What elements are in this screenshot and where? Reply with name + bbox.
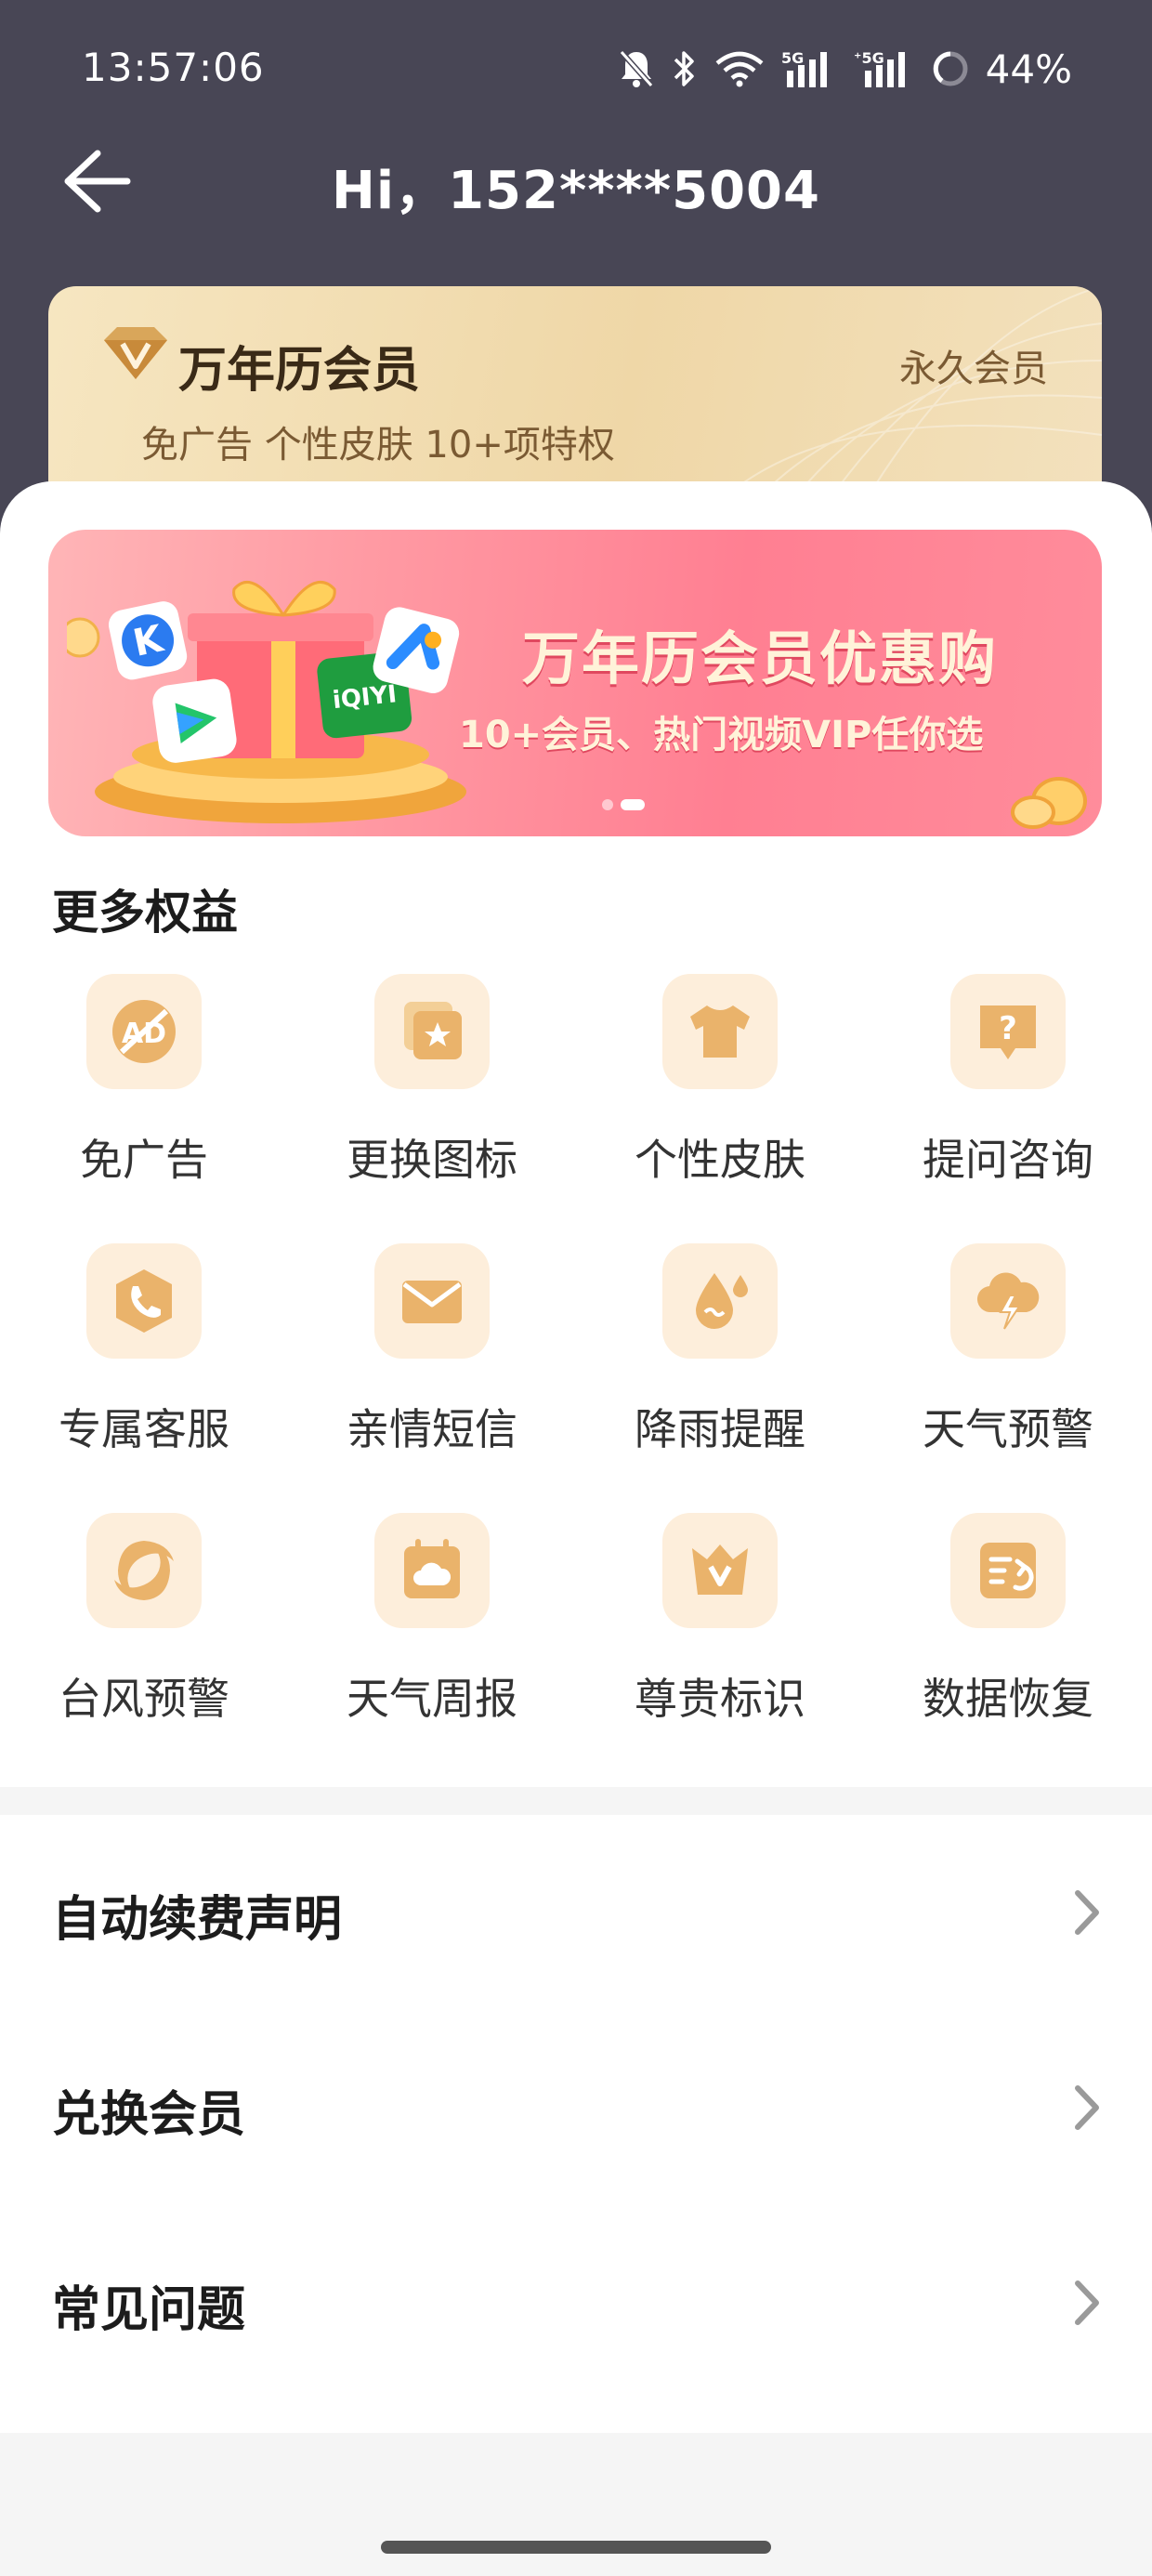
gift-box-illustration: K iQIYI xyxy=(67,580,466,823)
menu-item-faq[interactable]: 常见问题 xyxy=(0,2205,1152,2400)
menu-item-label: 自动续费声明 xyxy=(52,1892,343,1948)
benefit-label: 天气预警 xyxy=(923,1404,1093,1454)
benefit-label: 更换图标 xyxy=(347,1135,517,1185)
benefit-label: 免广告 xyxy=(80,1135,208,1185)
chevron-right-icon xyxy=(1075,2280,1099,2325)
thunder-cloud-icon xyxy=(950,1243,1066,1359)
chevron-right-icon xyxy=(1075,1890,1099,1935)
member-title: 万年历会员 xyxy=(178,343,421,399)
member-type: 永久会员 xyxy=(899,348,1048,390)
benefit-label: 台风预警 xyxy=(59,1674,229,1724)
member-description: 免广告 个性皮肤 10+项特权 xyxy=(141,424,615,467)
benefit-skin[interactable]: 个性皮肤 xyxy=(576,974,864,1243)
menu-item-auto-renew[interactable]: 自动续费声明 xyxy=(0,1815,1152,2010)
benefit-weather-alert[interactable]: 天气预警 xyxy=(864,1243,1152,1513)
benefit-label: 个性皮肤 xyxy=(635,1135,805,1185)
benefit-label: 尊贵标识 xyxy=(635,1674,805,1724)
typhoon-icon xyxy=(86,1513,202,1628)
home-indicator[interactable] xyxy=(381,2541,771,2554)
benefit-badge[interactable]: 尊贵标识 xyxy=(576,1513,864,1782)
member-card[interactable]: 万年历会员 永久会员 免广告 个性皮肤 10+项特权 xyxy=(48,286,1102,509)
benefit-sms[interactable]: 亲情短信 xyxy=(288,1243,576,1513)
mute-icon xyxy=(618,48,655,89)
weather-calendar-icon xyxy=(374,1513,490,1628)
chevron-right-icon xyxy=(1075,2085,1099,2130)
wifi-icon xyxy=(714,50,765,87)
benefits-grid: AD 免广告 更换图标 个性皮肤 ? 提问咨询 xyxy=(0,974,1152,1782)
banner-subtitle: 10+会员、热门视频VIP任你选 xyxy=(459,714,984,756)
data-restore-icon xyxy=(950,1513,1066,1628)
change-icon-icon xyxy=(374,974,490,1089)
svg-text:⁺5G: ⁺5G xyxy=(854,49,884,67)
promo-banner[interactable]: K iQIYI 万年历会员优惠购 10+会员、热门视频VIP任你选 xyxy=(48,530,1102,836)
benefit-restore[interactable]: 数据恢复 xyxy=(864,1513,1152,1782)
banner-dot[interactable] xyxy=(602,799,613,810)
banner-title: 万年历会员优惠购 xyxy=(522,624,999,692)
status-icons: 5G ⁺5G 44% xyxy=(618,41,1072,97)
benefit-rain[interactable]: 降雨提醒 xyxy=(576,1243,864,1513)
benefit-label: 专属客服 xyxy=(59,1404,229,1454)
crown-icon xyxy=(662,1513,778,1628)
phone-icon xyxy=(86,1243,202,1359)
benefit-service[interactable]: 专属客服 xyxy=(0,1243,288,1513)
benefit-change-icon[interactable]: 更换图标 xyxy=(288,974,576,1243)
status-bar: 13:57:06 5G ⁺5G 44% xyxy=(0,0,1152,139)
benefit-consult[interactable]: ? 提问咨询 xyxy=(864,974,1152,1243)
benefit-no-ad[interactable]: AD 免广告 xyxy=(0,974,288,1243)
5g-signal-icon: 5G xyxy=(781,48,837,89)
banner-dot-active[interactable] xyxy=(621,799,645,810)
battery-percent: 44% xyxy=(985,46,1072,92)
svg-text:?: ? xyxy=(999,1010,1017,1047)
bluetooth-icon xyxy=(672,48,698,89)
raindrop-icon xyxy=(662,1243,778,1359)
menu-item-label: 常见问题 xyxy=(52,2282,246,2338)
banner-pagination xyxy=(602,799,645,810)
no-ad-icon: AD xyxy=(86,974,202,1089)
benefit-label: 提问咨询 xyxy=(923,1135,1093,1185)
battery-icon xyxy=(932,50,969,87)
benefit-label: 降雨提醒 xyxy=(635,1404,805,1454)
benefit-label: 天气周报 xyxy=(347,1674,517,1724)
benefits-section-title: 更多权益 xyxy=(52,886,238,940)
nav-bar: Hi，152****5004 xyxy=(0,130,1152,232)
coin-decoration xyxy=(1011,777,1087,829)
svg-text:5G: 5G xyxy=(781,49,804,67)
5g-signal-icon-2: ⁺5G xyxy=(854,48,915,89)
app-root: 13:57:06 5G ⁺5G 44% Hi，152****5004 万年历会员… xyxy=(0,0,1152,2576)
menu-item-label: 兑换会员 xyxy=(52,2087,246,2143)
benefits-panel: K iQIYI 万年历会员优惠购 10+会员、热门视频VIP任你选 更多权益 免… xyxy=(0,481,1152,1787)
benefit-label: 亲情短信 xyxy=(347,1404,517,1454)
menu-list: 自动续费声明 兑换会员 常见问题 xyxy=(0,1815,1152,2433)
tshirt-icon xyxy=(662,974,778,1089)
envelope-icon xyxy=(374,1243,490,1359)
status-time: 13:57:06 xyxy=(82,45,265,90)
page-title: Hi，152****5004 xyxy=(332,161,820,221)
menu-item-redeem[interactable]: 兑换会员 xyxy=(0,2010,1152,2205)
question-bubble-icon: ? xyxy=(950,974,1066,1089)
card-pattern xyxy=(712,286,1102,509)
benefit-weekly[interactable]: 天气周报 xyxy=(288,1513,576,1782)
vip-diamond-icon xyxy=(104,327,167,379)
benefit-label: 数据恢复 xyxy=(923,1674,1093,1724)
benefit-typhoon[interactable]: 台风预警 xyxy=(0,1513,288,1782)
